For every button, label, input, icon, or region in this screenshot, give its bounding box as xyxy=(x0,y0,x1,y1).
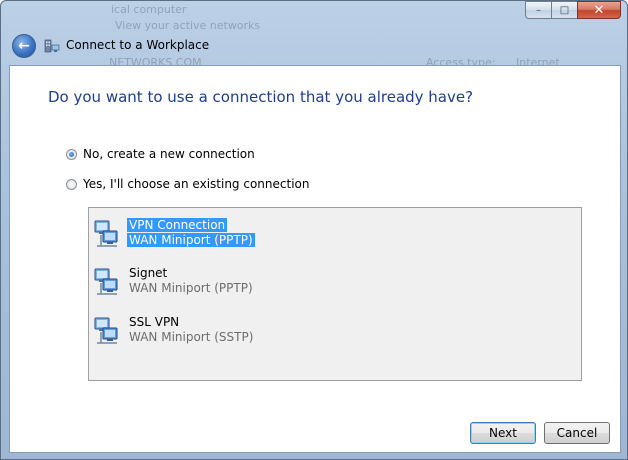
maximize-button[interactable]: □ xyxy=(551,1,577,19)
option-new-connection[interactable]: No, create a new connection xyxy=(66,147,255,161)
close-button[interactable]: ✕ xyxy=(577,1,621,19)
connection-list[interactable]: VPN Connection WAN Miniport (PPTP) Signe… xyxy=(88,207,582,381)
connection-type: WAN Miniport (PPTP) xyxy=(129,281,253,295)
next-button[interactable]: Next xyxy=(470,422,536,444)
connection-name: Signet xyxy=(129,266,168,280)
connection-name: VPN Connection xyxy=(127,218,228,232)
connection-type: WAN Miniport (SSTP) xyxy=(129,330,254,344)
back-arrow-icon: ← xyxy=(18,38,30,54)
list-item[interactable]: Signet WAN Miniport (PPTP) xyxy=(93,266,253,298)
minimize-icon: – xyxy=(536,4,541,16)
close-icon: ✕ xyxy=(593,2,605,18)
list-item[interactable]: SSL VPN WAN Miniport (SSTP) xyxy=(93,315,253,347)
maximize-icon: □ xyxy=(559,4,570,16)
option-label: No, create a new connection xyxy=(83,147,255,161)
workplace-network-icon xyxy=(44,39,60,53)
option-label: Yes, I'll choose an existing connection xyxy=(83,177,310,191)
wizard-content: Do you want to use a connection that you… xyxy=(9,65,621,453)
network-connection-icon xyxy=(94,220,118,247)
list-item[interactable]: VPN Connection WAN Miniport (PPTP) xyxy=(93,218,255,250)
window-title: Connect to a Workplace xyxy=(66,38,210,52)
caption-buttons: – □ ✕ xyxy=(525,1,621,19)
background-ghost-text: ical computer xyxy=(111,3,187,16)
minimize-button[interactable]: – xyxy=(525,1,551,19)
window-frame: ical computer View your active networks … xyxy=(0,0,628,460)
connection-type: WAN Miniport (PPTP) xyxy=(127,233,255,247)
back-button[interactable]: ← xyxy=(12,34,36,58)
cancel-button[interactable]: Cancel xyxy=(544,422,610,444)
page-heading: Do you want to use a connection that you… xyxy=(48,88,474,106)
background-ghost-text: View your active networks xyxy=(115,19,261,32)
radio-button[interactable] xyxy=(66,148,77,160)
network-connection-icon xyxy=(94,268,118,295)
network-connection-icon xyxy=(94,317,118,344)
radio-button[interactable] xyxy=(66,178,77,190)
connection-name: SSL VPN xyxy=(129,315,180,329)
option-existing-connection[interactable]: Yes, I'll choose an existing connection xyxy=(66,177,309,191)
